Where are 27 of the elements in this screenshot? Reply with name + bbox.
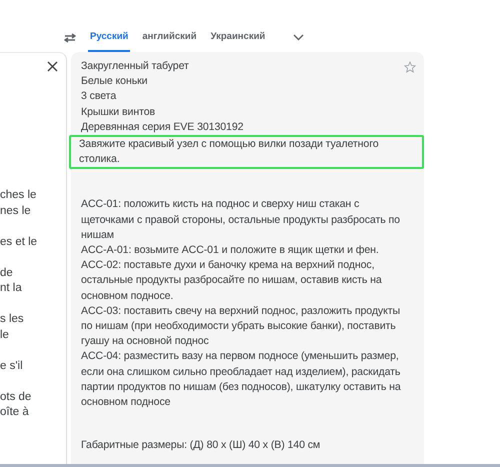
translation-text: ACC-02: поставьте духи и баночку крема на верхний поднос, остальные продукты разбросайте по нишам, оставив кисть на основном подносе. [80,258,383,304]
translation-text: ACC-04: разместить вазу на первом подносе (уменьшить размер, если она слишком сильно преобладает над изделием), раскидать партии продуктов по нишам (без подносов), шкатулку оставить на основном подносе [80,349,402,410]
translation-text: Белые коньки [80,74,148,90]
source-text: ots de [0,390,32,404]
source-text: oîte à [0,405,30,420]
source-text: nt la [0,281,23,296]
swap-icon[interactable] [64,33,76,43]
translation-text: 3 света [80,89,118,104]
source-text: de [0,266,14,280]
translation-text: Габаритные размеры: (Д) 80 x (Ш) 40 x (В) 140 см [80,438,322,454]
source-text: s les [0,312,25,327]
source-text: e s'il [0,358,24,374]
translation-text: Деревянная серия EVE 30130192 [80,120,244,135]
source-text: nes le [0,204,32,218]
highlighted-translation-text: Завяжите красивый узел с помощью вилки позади туалетного столика. [69,135,424,170]
source-text: es et le [0,234,38,250]
translation-text: ACC-03: поставить свечу на верхний поднос, разложить продукты по нишам (при необходимости убрать высокие банки), поставить гуашу на основной поднос [80,304,402,350]
language-tab[interactable]: Украинский [208,22,268,52]
translation-text: Крышки винтов [80,104,156,120]
close-icon[interactable] [47,61,58,72]
source-text: ches le [0,188,38,203]
translation-text: ACC-01: положить кисть на поднос и сверху ниш стакан с щеточками с правой стороны, остальные продукты разбросать по нишам [80,197,401,243]
language-tab[interactable]: английский [140,22,199,52]
star-icon[interactable] [404,61,416,73]
source-text: le [0,328,10,342]
translation-text: ACC-A-01: возьмите ACC-01 и положите в ящик щетки и фен. [80,243,380,258]
translation-text: Закругленный табурет [80,59,190,74]
